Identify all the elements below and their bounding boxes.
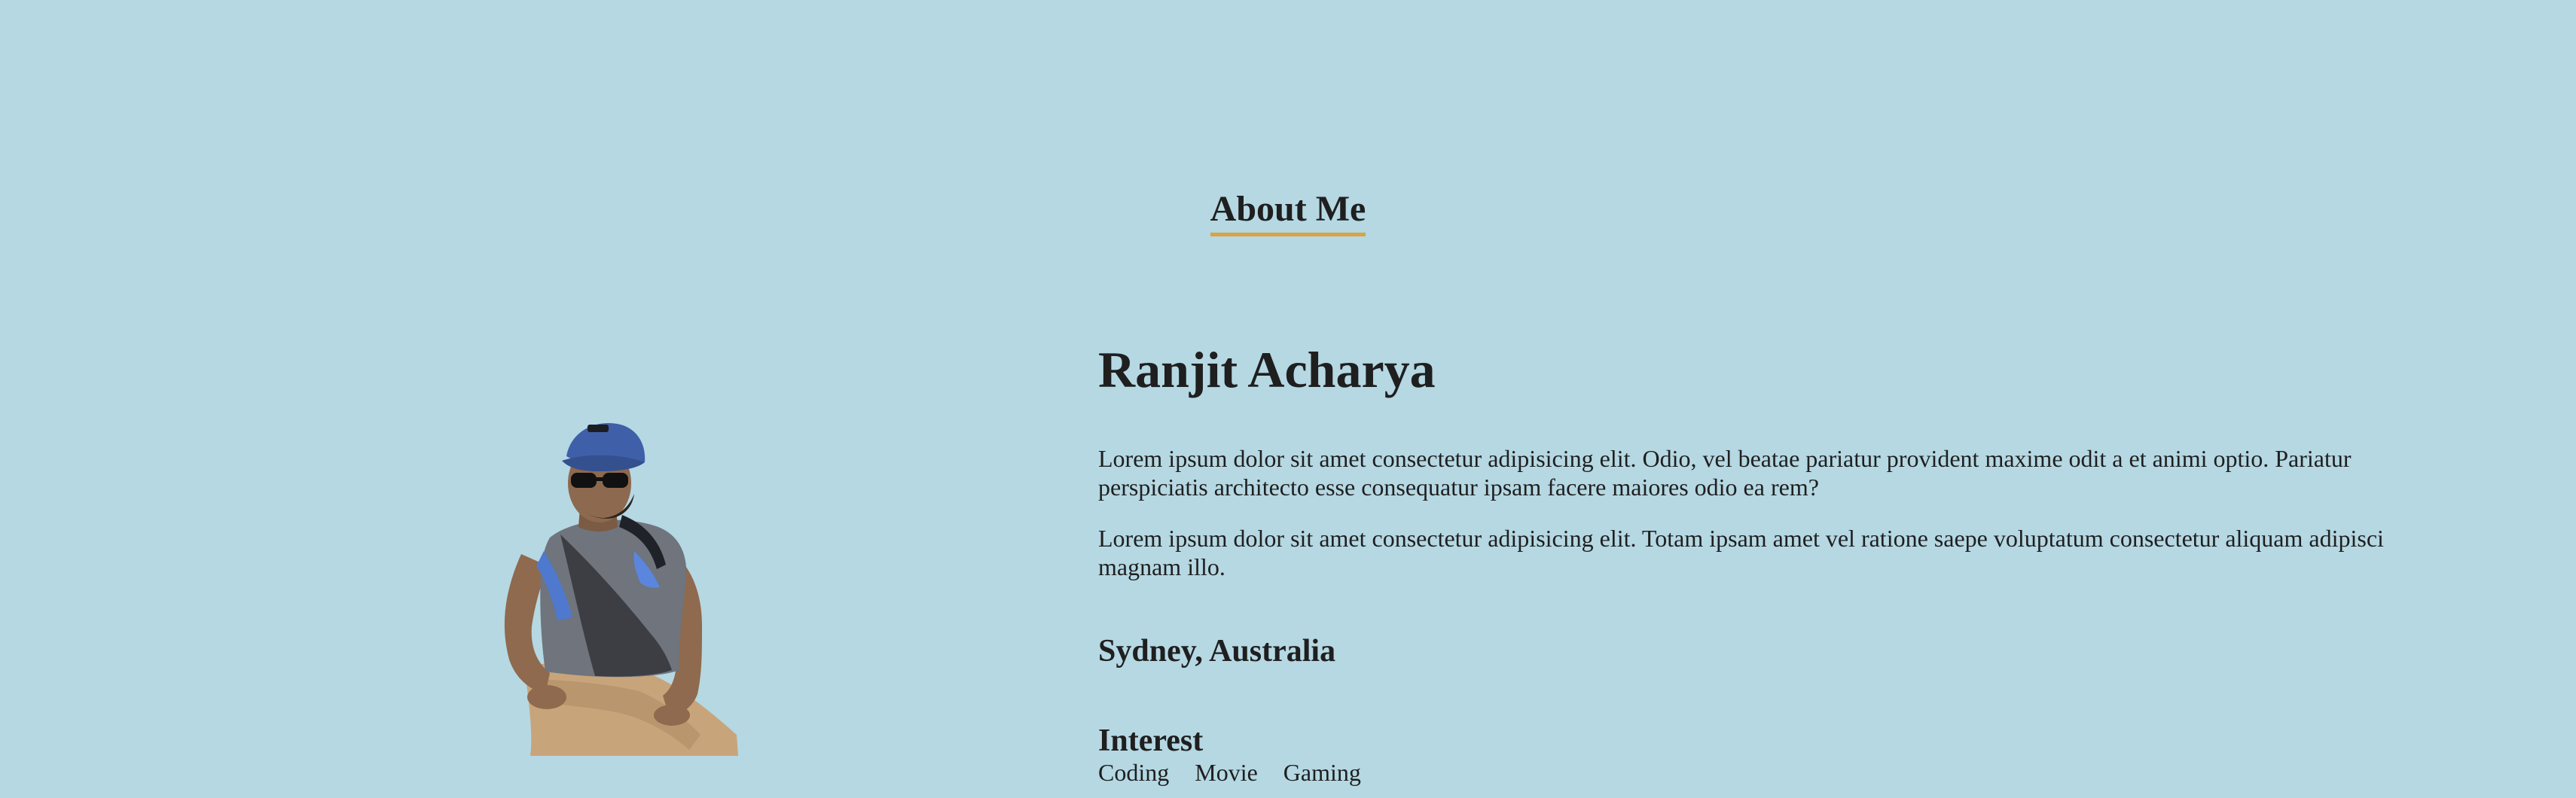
about-section-header: About Me xyxy=(0,189,2576,236)
bio-paragraph-1: Lorem ipsum dolor sit amet consectetur a… xyxy=(1098,445,2352,501)
interest-item: Coding xyxy=(1098,758,1170,786)
interest-item: Gaming xyxy=(1283,758,1361,786)
interest-item: Movie xyxy=(1195,758,1258,786)
section-title: About Me xyxy=(1210,189,1366,236)
profile-name: Ranjit Acharya xyxy=(1098,341,1436,398)
about-content: Ranjit Acharya Lorem ipsum dolor sit ame… xyxy=(1098,343,2424,787)
interest-heading: Interest xyxy=(1098,723,1204,758)
profile-photo xyxy=(467,419,746,756)
interest-list: Coding Movie Gaming xyxy=(1098,758,2424,787)
bio-paragraph-2: Lorem ipsum dolor sit amet consectetur a… xyxy=(1098,524,2384,580)
location-heading: Sydney, Australia xyxy=(1098,634,1336,669)
